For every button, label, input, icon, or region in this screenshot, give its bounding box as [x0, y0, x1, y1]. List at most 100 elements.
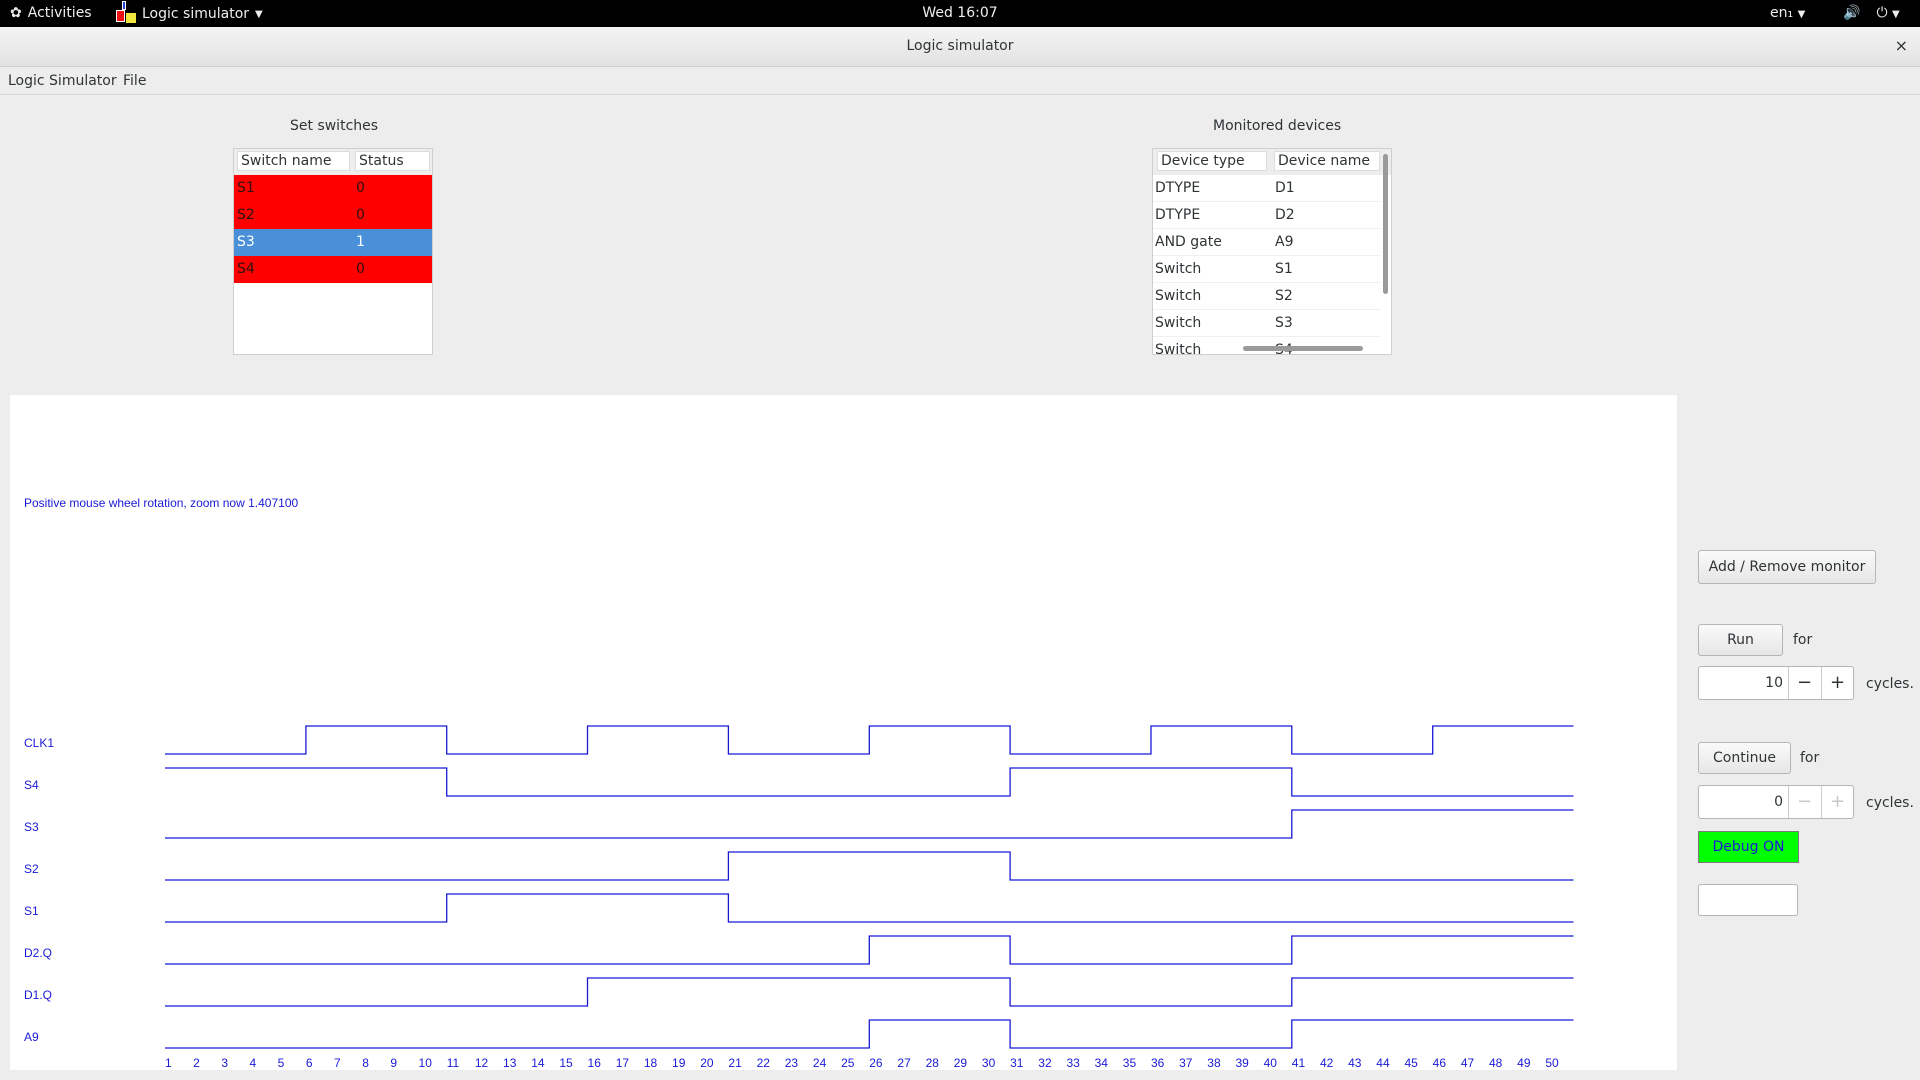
- cycle-tick-label: 31: [1010, 1056, 1024, 1070]
- header-switch-name[interactable]: Switch name: [237, 151, 350, 171]
- cycle-tick-label: 16: [588, 1056, 602, 1070]
- horizontal-scrollbar[interactable]: [1243, 346, 1363, 351]
- cycle-tick-label: 35: [1123, 1056, 1137, 1070]
- decrement-button[interactable]: −: [1788, 786, 1820, 818]
- device-name: S2: [1275, 288, 1293, 304]
- command-input[interactable]: [1698, 884, 1798, 916]
- menu-bar: Logic Simulator File: [0, 68, 1920, 95]
- continue-cycles-value: 0: [1774, 794, 1783, 810]
- cycle-tick-label: 24: [813, 1056, 827, 1070]
- signal-trace-s2: [165, 851, 1574, 881]
- cycle-tick-label: 6: [306, 1056, 313, 1070]
- decrement-button[interactable]: −: [1788, 667, 1820, 699]
- clock[interactable]: Wed 16:07: [0, 5, 1920, 21]
- device-row[interactable]: AND gate A9: [1153, 229, 1381, 256]
- signal-trace-s1: [165, 893, 1574, 923]
- window-title: Logic simulator: [906, 38, 1014, 54]
- signal-label-a9: A9: [24, 1030, 39, 1044]
- monitored-devices-title: Monitored devices: [1213, 118, 1342, 134]
- keyboard-layout-menu[interactable]: en₁ ▼: [1770, 5, 1805, 21]
- cycle-tick-label: 50: [1545, 1056, 1559, 1070]
- cycle-tick-label: 34: [1095, 1056, 1109, 1070]
- switch-name: S2: [237, 207, 255, 223]
- device-row[interactable]: DTYPE D2: [1153, 202, 1381, 229]
- cycle-tick-label: 47: [1461, 1056, 1475, 1070]
- switch-row-s3[interactable]: S3 1: [234, 229, 432, 256]
- device-type: Switch: [1155, 261, 1202, 277]
- cycle-tick-label: 42: [1320, 1056, 1334, 1070]
- switch-name: S4: [237, 261, 255, 277]
- device-type: Switch: [1155, 315, 1202, 331]
- cycle-tick-label: 39: [1235, 1056, 1249, 1070]
- cycle-tick-label: 41: [1292, 1056, 1306, 1070]
- power-icon: ⏻ ▼: [1876, 5, 1900, 21]
- device-name: D2: [1275, 207, 1295, 223]
- cycle-tick-label: 23: [785, 1056, 799, 1070]
- device-name: S1: [1275, 261, 1293, 277]
- window-title-bar: Logic simulator ×: [0, 27, 1920, 67]
- device-row[interactable]: Switch S2: [1153, 283, 1381, 310]
- cycle-tick-label: 30: [982, 1056, 996, 1070]
- run-button[interactable]: Run: [1698, 624, 1783, 656]
- system-menu[interactable]: 🔊 ⏻ ▼: [1843, 5, 1900, 21]
- monitored-device-list[interactable]: Device type Device name DTYPE D1 DTYPE D2 …: [1152, 148, 1392, 355]
- header-device-name[interactable]: Device name: [1274, 151, 1380, 171]
- header-device-type[interactable]: Device type: [1157, 151, 1267, 171]
- switch-row-s4[interactable]: S4 0: [234, 256, 432, 283]
- vertical-scrollbar[interactable]: [1383, 154, 1388, 294]
- chevron-down-icon: ▼: [1797, 9, 1806, 20]
- close-window-button[interactable]: ×: [1895, 36, 1908, 55]
- increment-button[interactable]: +: [1821, 667, 1853, 699]
- cycle-tick-label: 3: [221, 1056, 228, 1070]
- continue-cycles-spinner[interactable]: 0 − +: [1698, 785, 1854, 819]
- device-list-header: Device type Device name: [1153, 149, 1391, 175]
- device-row[interactable]: DTYPE D1: [1153, 175, 1381, 202]
- cycle-tick-label: 32: [1038, 1056, 1052, 1070]
- run-cycles-spinner[interactable]: 10 − +: [1698, 666, 1854, 700]
- menu-file[interactable]: File: [123, 73, 146, 89]
- cycle-tick-label: 49: [1517, 1056, 1531, 1070]
- signal-trace-a9: [165, 1019, 1574, 1049]
- signal-label-clk1: CLK1: [24, 736, 54, 750]
- cycle-tick-label: 5: [278, 1056, 285, 1070]
- signal-label-d2-q: D2.Q: [24, 946, 52, 960]
- add-remove-monitor-button[interactable]: Add / Remove monitor: [1698, 550, 1876, 584]
- continue-button[interactable]: Continue: [1698, 742, 1791, 774]
- cycle-tick-label: 22: [757, 1056, 771, 1070]
- signal-label-d1-q: D1.Q: [24, 988, 52, 1002]
- cycle-tick-label: 7: [334, 1056, 341, 1070]
- cycle-tick-label: 18: [644, 1056, 658, 1070]
- cycle-tick-label: 17: [616, 1056, 630, 1070]
- cycle-tick-label: 45: [1404, 1056, 1418, 1070]
- switch-list[interactable]: Switch name Status S1 0 S2 0 S3 1 S4 0: [233, 148, 433, 355]
- device-type: DTYPE: [1155, 180, 1201, 196]
- increment-button[interactable]: +: [1821, 786, 1853, 818]
- cycle-tick-label: 21: [728, 1056, 742, 1070]
- header-status[interactable]: Status: [355, 151, 430, 171]
- debug-toggle-button[interactable]: Debug ON: [1698, 831, 1799, 863]
- menu-logic-simulator[interactable]: Logic Simulator: [8, 73, 117, 89]
- cycle-tick-label: 25: [841, 1056, 855, 1070]
- cycle-tick-label: 43: [1348, 1056, 1362, 1070]
- switch-status: 1: [356, 234, 365, 250]
- cycle-tick-label: 37: [1179, 1056, 1193, 1070]
- cycle-tick-label: 2: [193, 1056, 200, 1070]
- run-cycles-label: cycles.: [1866, 676, 1914, 692]
- signal-label-s1: S1: [24, 904, 39, 918]
- trace-plot: CLK1S4S3S2S1D2.QD1.QA91 2 3 4 5 6 7 8 9 10 11 12 13 1…: [24, 725, 1574, 1070]
- cycle-tick-label: 12: [475, 1056, 489, 1070]
- device-type: Switch: [1155, 288, 1202, 304]
- volume-icon: 🔊: [1843, 5, 1861, 21]
- device-type: Switch: [1155, 342, 1202, 355]
- device-name: A9: [1275, 234, 1294, 250]
- cycle-tick-label: 38: [1207, 1056, 1221, 1070]
- cycle-tick-label: 26: [869, 1056, 883, 1070]
- signal-trace-s3: [165, 809, 1574, 839]
- cycle-tick-label: 13: [503, 1056, 517, 1070]
- trace-canvas[interactable]: Positive mouse wheel rotation, zoom now …: [10, 395, 1677, 1070]
- switch-row-s1[interactable]: S1 0: [234, 175, 432, 202]
- device-row[interactable]: Switch S1: [1153, 256, 1381, 283]
- switch-row-s2[interactable]: S2 0: [234, 202, 432, 229]
- device-row[interactable]: Switch S3: [1153, 310, 1381, 337]
- device-name: S3: [1275, 315, 1293, 331]
